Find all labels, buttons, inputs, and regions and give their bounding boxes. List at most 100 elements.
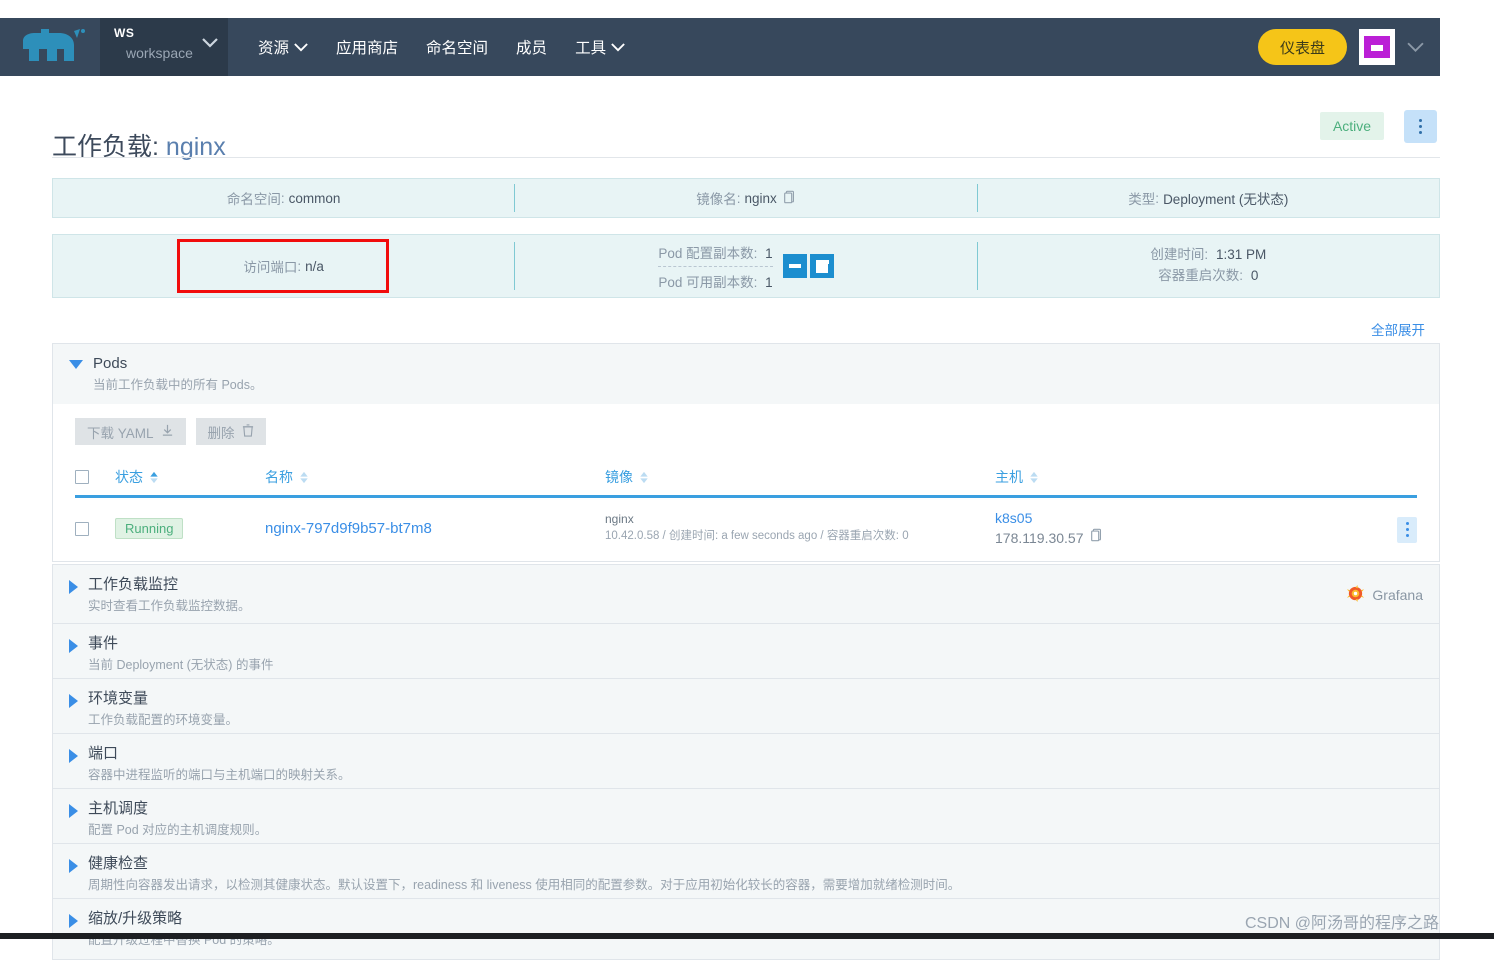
restarts-label: 容器重启次数	[1158, 268, 1240, 283]
workspace-abbr: WS	[114, 26, 135, 40]
increase-replicas-button[interactable]	[809, 254, 834, 278]
cell-name: nginx-797d9f9b57-bt7m8	[265, 520, 605, 538]
chevron-right-icon	[69, 694, 78, 708]
replica-counts: Pod 配置副本数: 1 Pod 可用副本数: 1	[658, 242, 773, 291]
summary-image-label: 镜像名	[696, 192, 737, 207]
section-workload-monitoring: 工作负载监控 实时查看工作负载监控数据。 Grafana	[52, 564, 1440, 626]
section-ports-header[interactable]: 端口 容器中进程监听的端口与主机端口的映射关系。	[53, 734, 1439, 794]
expand-all-link[interactable]: 全部展开	[1371, 319, 1425, 339]
section-subtitle: 工作负载配置的环境变量。	[88, 713, 239, 728]
column-header-host[interactable]: 主机	[995, 467, 1417, 487]
grafana-link[interactable]: Grafana	[1346, 584, 1423, 606]
chevron-right-icon	[69, 859, 78, 873]
section-subtitle: 当前 Deployment (无状态) 的事件	[88, 658, 274, 673]
section-events-header[interactable]: 事件 当前 Deployment (无状态) 的事件	[53, 624, 1439, 684]
select-all-cell	[75, 470, 115, 484]
summary-replicas: Pod 配置副本数: 1 Pod 可用副本数: 1	[515, 235, 976, 297]
select-all-checkbox[interactable]	[75, 470, 89, 484]
chevron-down-icon[interactable]	[1407, 42, 1424, 53]
chevron-right-icon	[69, 580, 78, 594]
avatar[interactable]	[1359, 29, 1395, 65]
pods-panel-title: Pods	[93, 355, 128, 372]
pods-table-header: 状态 名称 镜像 主机	[75, 453, 1417, 498]
pods-panel-subtitle: 当前工作负载中的所有 Pods。	[93, 378, 263, 393]
section-title: 主机调度	[88, 800, 149, 817]
cell-host: k8s05 178.119.30.57	[995, 510, 1417, 547]
nav-tools[interactable]: 工具	[561, 18, 639, 76]
pod-image-details: 10.42.0.58 / 创建时间: a few seconds ago / 容…	[605, 530, 909, 543]
pods-panel-body: 下载 YAML 删除 状态 名称 镜像 主机 Running nginx-797…	[53, 404, 1439, 561]
column-header-image[interactable]: 镜像	[605, 467, 995, 487]
nav-namespace-label: 命名空间	[426, 40, 489, 57]
host-name-link[interactable]: k8s05	[995, 510, 1417, 526]
summary-type: 类型: Deployment (无状态)	[978, 179, 1439, 217]
section-health-check-header[interactable]: 健康检查 周期性向容器发出请求，以检测其健康状态。默认设置下，readiness…	[53, 844, 1439, 904]
sort-icon	[299, 471, 309, 484]
section-scaling-upgrade-policy-header[interactable]: 缩放/升级策略 配置升级过程中替换 Pod 的策略。	[53, 899, 1439, 959]
summary-namespace-label: 命名空间	[226, 192, 281, 207]
section-subtitle: 实时查看工作负载监控数据。	[88, 599, 251, 614]
available-replicas-label: Pod 可用副本数	[658, 274, 754, 290]
left-gutter	[0, 0, 28, 939]
summary-bar-primary: 命名空间: common 镜像名: nginx 类型: Deployment (…	[52, 178, 1440, 218]
nav-resources-label: 资源	[258, 40, 290, 57]
navbar-right: 仪表盘	[1257, 18, 1440, 76]
summary-type-label: 类型	[1128, 192, 1156, 207]
section-title: 缩放/升级策略	[88, 910, 183, 927]
chevron-right-icon	[69, 804, 78, 818]
avatar-shape-bottom	[1364, 51, 1390, 58]
replica-stepper	[782, 254, 834, 278]
section-node-scheduling: 主机调度 配置 Pod 对应的主机调度规则。	[52, 788, 1440, 850]
configured-replicas-value: 1	[765, 245, 773, 261]
pods-toolbar: 下载 YAML 删除	[53, 404, 1439, 445]
nav-resources[interactable]: 资源	[244, 18, 322, 76]
decrease-replicas-button[interactable]	[782, 254, 807, 278]
title-divider	[52, 157, 1440, 158]
nav-items: 资源 应用商店 命名空间 成员 工具	[244, 18, 639, 76]
nav-namespace[interactable]: 命名空间	[412, 18, 502, 76]
column-header-name-label: 名称	[265, 469, 293, 485]
section-health-check: 健康检查 周期性向容器发出请求，以检测其健康状态。默认设置下，readiness…	[52, 843, 1440, 905]
nav-members-label: 成员	[516, 40, 548, 57]
copy-icon[interactable]	[1090, 528, 1103, 547]
sort-icon	[639, 471, 649, 484]
section-ports: 端口 容器中进程监听的端口与主机端口的映射关系。	[52, 733, 1440, 795]
page-actions-menu-button[interactable]	[1404, 110, 1437, 143]
row-actions-menu-button[interactable]	[1397, 516, 1417, 543]
rancher-logo-icon[interactable]	[8, 18, 100, 76]
section-workload-monitoring-header[interactable]: 工作负载监控 实时查看工作负载监控数据。 Grafana	[53, 565, 1439, 625]
download-yaml-button[interactable]: 下载 YAML	[75, 418, 186, 445]
sort-icon	[1029, 471, 1039, 484]
delete-button[interactable]: 删除	[195, 418, 266, 445]
column-header-host-label: 主机	[995, 469, 1023, 485]
nav-app-store-label: 应用商店	[336, 40, 399, 57]
summary-access-port: 访问端口: n/a	[53, 235, 514, 297]
chevron-right-icon	[69, 914, 78, 928]
dashboard-button[interactable]: 仪表盘	[1257, 29, 1347, 65]
column-header-name[interactable]: 名称	[265, 467, 605, 487]
workspace-selector[interactable]: WS workspace	[100, 18, 228, 76]
status-badge: Running	[115, 517, 184, 539]
column-header-image-label: 镜像	[605, 469, 633, 485]
summary-type-value: Deployment (无状态)	[1163, 192, 1289, 207]
pod-name-link[interactable]: nginx-797d9f9b57-bt7m8	[265, 520, 432, 537]
row-checkbox[interactable]	[75, 521, 89, 536]
section-env-vars-header[interactable]: 环境变量 工作负载配置的环境变量。	[53, 679, 1439, 739]
configured-replicas-label: Pod 配置副本数	[658, 245, 754, 261]
section-node-scheduling-header[interactable]: 主机调度 配置 Pod 对应的主机调度规则。	[53, 789, 1439, 849]
section-subtitle: 配置 Pod 对应的主机调度规则。	[88, 823, 268, 838]
section-subtitle: 容器中进程监听的端口与主机端口的映射关系。	[88, 768, 351, 783]
column-header-status[interactable]: 状态	[115, 467, 265, 487]
chevron-down-icon	[611, 42, 625, 52]
copy-icon[interactable]	[783, 190, 796, 207]
sort-icon	[149, 471, 159, 484]
nav-members[interactable]: 成员	[502, 18, 561, 76]
nav-app-store[interactable]: 应用商店	[322, 18, 412, 76]
column-header-status-label: 状态	[115, 469, 143, 485]
chevron-down-icon	[202, 38, 218, 48]
host-ip: 178.119.30.57	[995, 529, 1084, 546]
pods-panel-header[interactable]: Pods 当前工作负载中的所有 Pods。	[53, 344, 1439, 404]
download-icon	[161, 424, 174, 440]
chevron-right-icon	[69, 749, 78, 763]
cell-image: nginx 10.42.0.58 / 创建时间: a few seconds a…	[605, 512, 995, 545]
